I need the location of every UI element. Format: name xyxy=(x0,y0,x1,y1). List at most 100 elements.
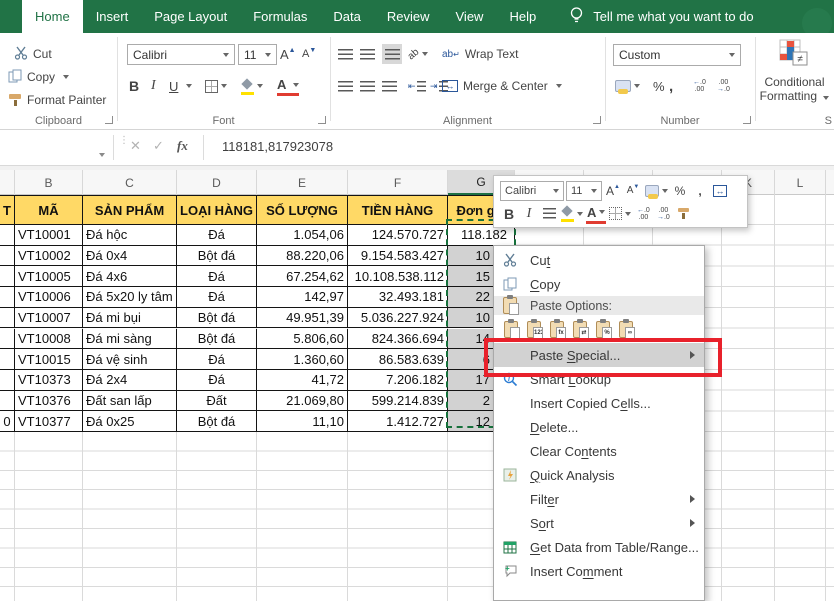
number-dialog-launcher[interactable] xyxy=(743,116,751,124)
cell-a[interactable]: 0 xyxy=(0,411,15,432)
menu-item-insert-copied-cells[interactable]: Insert Copied Cells... xyxy=(494,391,704,415)
font-dialog-launcher[interactable] xyxy=(318,116,326,124)
menu-item-insert-comment[interactable]: +Insert Comment xyxy=(494,559,704,583)
cell-a[interactable] xyxy=(0,370,15,391)
align-middle-icon[interactable] xyxy=(360,44,375,64)
mini-percent-icon[interactable]: % xyxy=(671,181,689,201)
italic-button[interactable]: I xyxy=(151,76,156,96)
column-header-L[interactable]: L xyxy=(775,170,826,195)
cell-qty[interactable]: 1.360,60 xyxy=(257,349,348,370)
cell-amount[interactable]: 32.493.181 xyxy=(348,287,448,308)
paste-option-values-icon[interactable]: 123 xyxy=(527,321,541,338)
alignment-dialog-launcher[interactable] xyxy=(593,116,601,124)
cell-a[interactable] xyxy=(0,287,15,308)
name-box-dropdown-icon[interactable] xyxy=(96,145,105,160)
paste-option-paste-icon[interactable] xyxy=(504,321,518,338)
cell-type[interactable]: Bột đá xyxy=(177,308,257,329)
tab-formulas[interactable]: Formulas xyxy=(240,0,320,33)
cell-type[interactable]: Đá xyxy=(177,349,257,370)
column-header-B[interactable]: B xyxy=(15,170,83,195)
header-cell[interactable]: TIỀN HÀNG xyxy=(348,195,448,225)
bold-button[interactable]: B xyxy=(129,76,139,96)
cell-a[interactable] xyxy=(0,391,15,412)
cell-qty[interactable]: 5.806,60 xyxy=(257,329,348,350)
mini-increase-decimal-icon[interactable]: ←.0.00 xyxy=(634,204,652,224)
formula-bar-resizer[interactable]: ⋮ xyxy=(119,138,122,158)
percent-style-button[interactable]: % xyxy=(653,76,665,96)
paste-option-transpose-icon[interactable]: ⇄ xyxy=(573,321,587,338)
cell-ma[interactable]: VT10002 xyxy=(15,246,83,267)
cell-product[interactable]: Đá 0x25 xyxy=(83,411,177,432)
decrease-indent-icon[interactable]: ⇤ xyxy=(408,76,426,96)
header-cell[interactable]: MÃ xyxy=(15,195,83,225)
cell-amount[interactable]: 7.206.182 xyxy=(348,370,448,391)
cell-amount[interactable]: 9.154.583.427 xyxy=(348,246,448,267)
cell-a[interactable] xyxy=(0,246,15,267)
paste-option-formulas-icon[interactable]: fx xyxy=(550,321,564,338)
cell-ma[interactable]: VT10007 xyxy=(15,308,83,329)
tab-data[interactable]: Data xyxy=(320,0,373,33)
accounting-format-button[interactable] xyxy=(615,76,640,96)
tab-view[interactable]: View xyxy=(443,0,497,33)
cell-ma[interactable]: VT10005 xyxy=(15,266,83,287)
cell-amount[interactable]: 5.036.227.924 xyxy=(348,308,448,329)
align-right-icon[interactable] xyxy=(382,76,397,96)
cell-type[interactable]: Bột đá xyxy=(177,246,257,267)
cell-product[interactable]: Đá hộc xyxy=(83,225,177,246)
wrap-text-button[interactable]: ab↵ Wrap Text xyxy=(442,44,518,64)
menu-item-get-data-from-table-range[interactable]: Get Data from Table/Range... xyxy=(494,535,704,559)
cell-amount[interactable]: 10.108.538.112 xyxy=(348,266,448,287)
align-top-icon[interactable] xyxy=(338,44,353,64)
decrease-font-icon[interactable]: A▼ xyxy=(302,44,316,64)
increase-font-icon[interactable]: A▲ xyxy=(280,44,296,64)
cell-product[interactable]: Đá mi sàng xyxy=(83,329,177,350)
cell-a[interactable] xyxy=(0,329,15,350)
header-cell[interactable]: T xyxy=(0,195,15,225)
cell-qty[interactable]: 21.069,80 xyxy=(257,391,348,412)
menu-item-copy[interactable]: Copy xyxy=(494,272,704,296)
tab-review[interactable]: Review xyxy=(374,0,443,33)
cell-product[interactable]: Đá 5x20 ly tâm xyxy=(83,287,177,308)
mini-italic-button[interactable]: I xyxy=(520,204,538,224)
column-header-hidden[interactable] xyxy=(826,170,834,195)
cell-type[interactable]: Đất xyxy=(177,391,257,412)
font-name-combo[interactable]: Calibri xyxy=(127,44,235,65)
cell-qty[interactable]: 142,97 xyxy=(257,287,348,308)
cell-qty[interactable]: 49.951,39 xyxy=(257,308,348,329)
enter-icon[interactable]: ✓ xyxy=(153,138,164,154)
cell-ma[interactable]: VT10015 xyxy=(15,349,83,370)
increase-decimal-button[interactable]: ←.0.00 xyxy=(693,76,706,96)
mini-font-size-combo[interactable]: 11 xyxy=(566,181,602,201)
mini-borders-icon[interactable] xyxy=(608,204,632,224)
worksheet[interactable]: BCDEFGKL TMÃSẢN PHẨMLOẠI HÀNGSỐ LƯỢNGTIỀ… xyxy=(0,170,834,601)
column-header-F[interactable]: F xyxy=(348,170,448,195)
cell-type[interactable]: Đá xyxy=(177,225,257,246)
cell-qty[interactable]: 88.220,06 xyxy=(257,246,348,267)
column-header-C[interactable]: C xyxy=(83,170,177,195)
mini-bold-button[interactable]: B xyxy=(500,204,518,224)
mini-comma-icon[interactable]: , xyxy=(691,181,709,201)
cell-a[interactable] xyxy=(0,349,15,370)
column-header-D[interactable]: D xyxy=(177,170,257,195)
cell-ma[interactable]: VT10376 xyxy=(15,391,83,412)
number-format-combo[interactable]: Custom xyxy=(613,44,741,66)
mini-align-center-icon[interactable] xyxy=(540,204,558,224)
cell-type[interactable]: Đá xyxy=(177,370,257,391)
menu-item-filter[interactable]: Filter xyxy=(494,487,704,511)
format-painter-button[interactable]: Format Painter xyxy=(8,90,106,110)
font-color-button[interactable]: A xyxy=(277,76,299,96)
menu-item-cut[interactable]: Cut xyxy=(494,248,704,272)
cell-amount[interactable]: 824.366.694 xyxy=(348,329,448,350)
cell-product[interactable]: Đá vệ sinh xyxy=(83,349,177,370)
conditional-formatting-button[interactable]: Conditional Formatting xyxy=(755,75,834,103)
clipboard-dialog-launcher[interactable] xyxy=(105,116,113,124)
cell-product[interactable]: Đất san lấp xyxy=(83,391,177,412)
insert-function-icon[interactable]: fx xyxy=(177,138,188,154)
decrease-decimal-button[interactable]: .00→.0 xyxy=(717,76,730,96)
cell-ma[interactable]: VT10006 xyxy=(15,287,83,308)
align-left-icon[interactable] xyxy=(338,76,353,96)
cell-amount[interactable]: 599.214.839 xyxy=(348,391,448,412)
mini-font-color-icon[interactable]: A xyxy=(586,204,606,224)
cell-amount[interactable]: 86.583.639 xyxy=(348,349,448,370)
menu-item-delete[interactable]: Delete... xyxy=(494,415,704,439)
